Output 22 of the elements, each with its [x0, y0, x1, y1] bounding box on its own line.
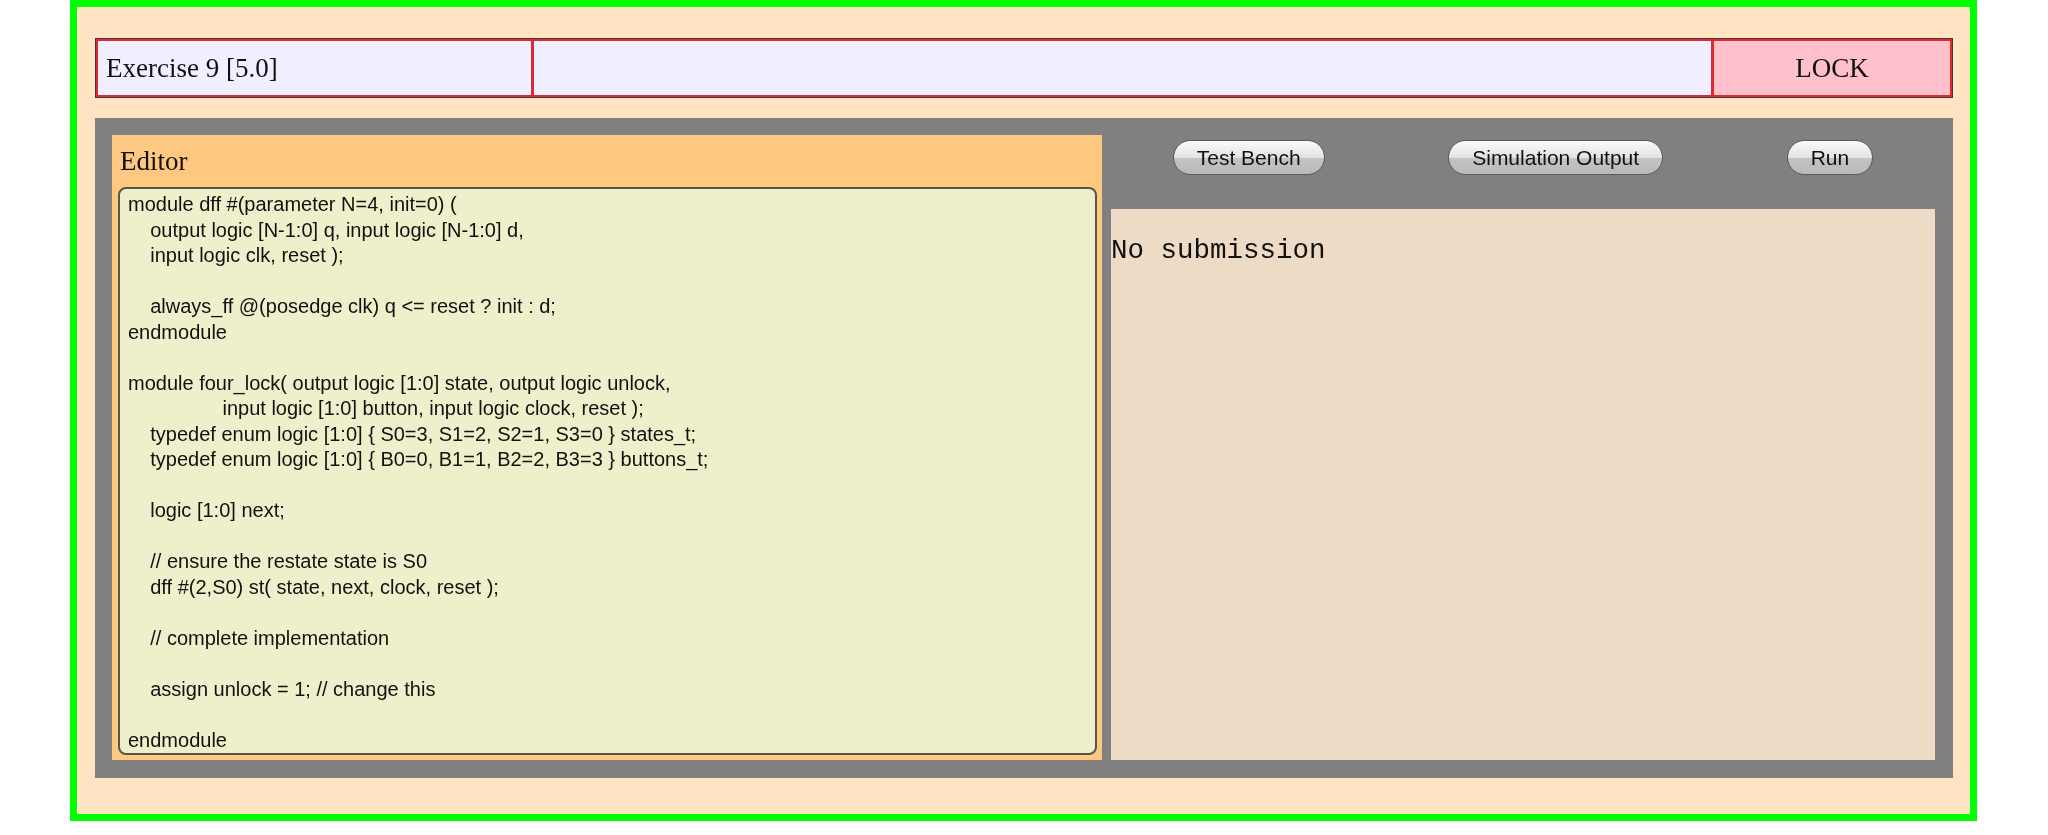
toolbar-button[interactable]: Simulation Output	[1448, 140, 1664, 175]
code-line: always_ff @(posedge clk) q <= reset ? init : d;	[150, 295, 556, 317]
code-line: output logic [N-1:0] q, input logic [N-1:0] d,	[150, 218, 524, 241]
output-message: No submission	[1111, 236, 1326, 266]
code-line: assign unlock = 1; // change this	[150, 677, 436, 700]
code-line: typedef enum logic [1:0] { S0=3, S1=2, S2=1, S3=0 } states_t;	[150, 422, 697, 445]
exercise-title: Exercise 9 [5.0]	[98, 41, 531, 95]
code-line: logic [1:0] next;	[150, 499, 285, 521]
code-line: // complete implementation	[150, 626, 390, 649]
code-line: typedef enum logic [1:0] { B0=0, B1=1, B2=2, B3=3 } buttons_t;	[150, 448, 709, 470]
code-line: input logic clk, reset );	[150, 244, 344, 266]
code-line: dff #(2,S0) st( state, next, clock, reset );	[150, 575, 499, 598]
toolbar-button[interactable]: Run	[1786, 140, 1874, 175]
code-line: endmodule	[128, 320, 227, 343]
code-line: module dff #(parameter N=4, init=0) (	[128, 193, 457, 215]
code-line: endmodule	[128, 728, 227, 751]
code-line: module four_lock( output logic [1:0] state, output logic unlock,	[128, 371, 671, 394]
status-label: LOCK	[1714, 41, 1950, 95]
code-line: input logic [1:0] button, input logic clock, reset );	[222, 397, 644, 419]
code-line: // ensure the restate state is S0	[150, 550, 428, 572]
editor-title: Editor	[120, 145, 188, 177]
toolbar-button[interactable]: Test Bench	[1172, 140, 1325, 175]
